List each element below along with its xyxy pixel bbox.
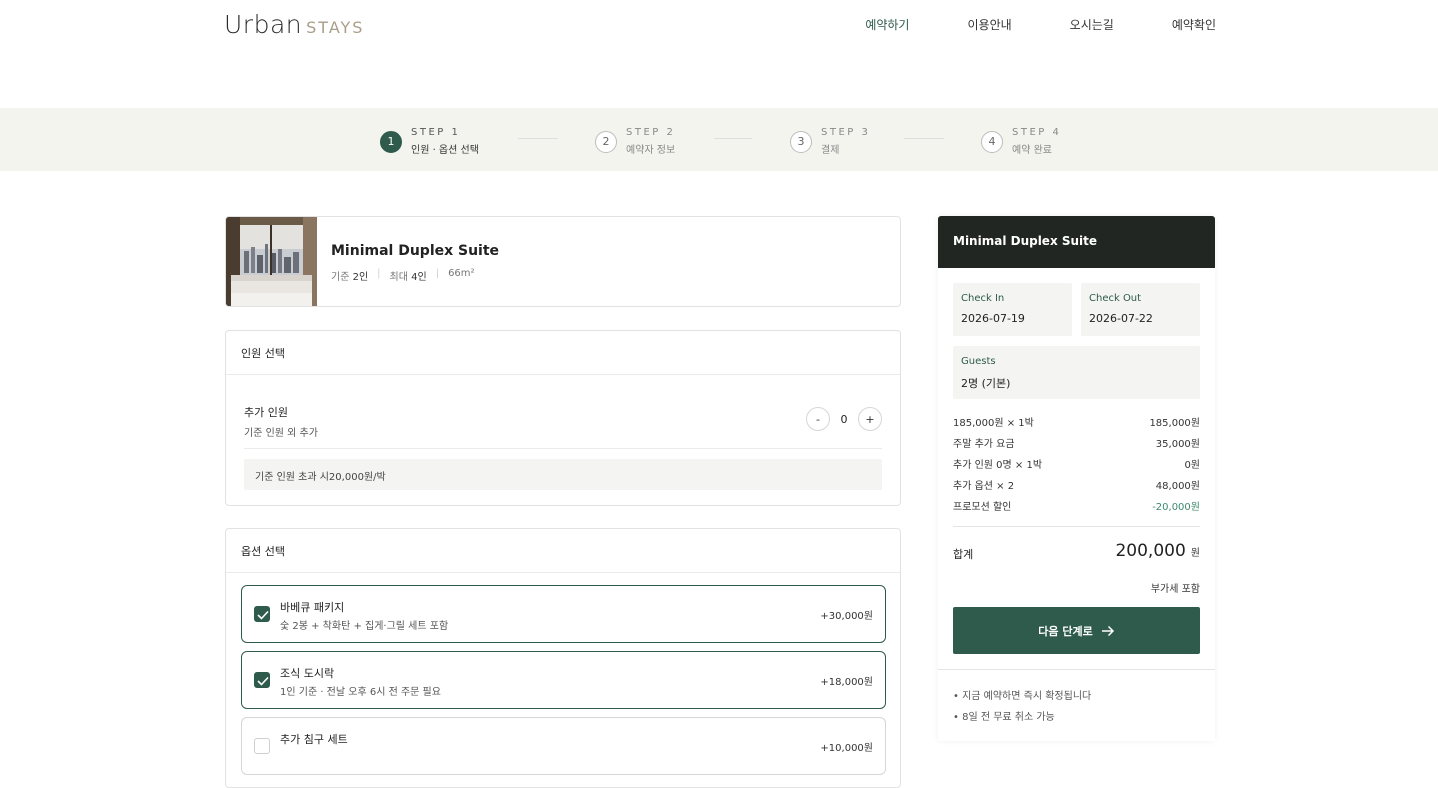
option-checkbox[interactable] (254, 672, 270, 688)
checkout-label: Check Out (1089, 293, 1142, 304)
total-amount: 200,000 원 (1115, 541, 1200, 561)
option-name: 추가 침구 세트 (280, 733, 348, 746)
checkin-box: Check In 2026-07-19 (953, 283, 1072, 336)
nav-guide[interactable]: 이용안내 (967, 16, 1011, 33)
step-connector (518, 138, 558, 139)
total-unit: 원 (1190, 548, 1200, 559)
option-price: +18,000원 (820, 677, 873, 688)
option-description: 1인 기준 · 전날 오후 6시 전 주문 필요 (280, 687, 441, 698)
extra-guest-notice: 기준 인원 초과 시20,000원/박 (244, 459, 882, 490)
step-4-label: STEP 4 (1012, 127, 1062, 138)
total-value: 200,000 (1115, 541, 1186, 561)
room-area: 66m² (448, 268, 475, 279)
step-1-number: 1 (380, 130, 402, 153)
room-capacity-base: 기준 2인 (331, 272, 369, 283)
next-step-label: 다음 단계로 (1038, 624, 1093, 638)
site-header: Urban STAYS 예약하기 이용안내 오시는길 예약확인 (0, 0, 1438, 108)
summary-divider (953, 526, 1200, 527)
room-meta: 기준 2인 | 최대 4인 | 66m² (331, 268, 475, 283)
price-row-weekend: 주말 추가 요금 35,000원 (953, 439, 1200, 450)
total-label: 합계 (953, 548, 974, 561)
extra-guest-subtitle: 기준 인원 외 추가 (244, 428, 318, 439)
step-2-name: 예약자 정보 (626, 145, 676, 156)
step-1-name: 인원 · 옵션 선택 (411, 145, 479, 156)
booking-summary: Minimal Duplex Suite Check In 2026-07-19… (938, 216, 1215, 741)
option-checkbox[interactable] (254, 738, 270, 754)
checkout-date: 2026-07-22 (1089, 312, 1153, 325)
checkin-label: Check In (961, 293, 1005, 304)
nav-directions[interactable]: 오시는길 (1070, 16, 1114, 33)
step-3-label: STEP 3 (821, 127, 871, 138)
step-1-label: STEP 1 (411, 127, 461, 138)
guest-selection-card: 인원 선택 추가 인원 기준 인원 외 추가 - 0 + 기준 인원 초과 시2… (225, 330, 901, 506)
guests-box: Guests 2명 (기본) (953, 346, 1200, 399)
arrow-right-icon (1101, 625, 1114, 636)
option-selection-card: 옵션 선택 바베큐 패키지 숯 2봉 + 착화탄 + 집게·그릴 세트 포함 +… (225, 528, 901, 788)
option-price: +10,000원 (820, 743, 873, 754)
room-card: Minimal Duplex Suite 기준 2인 | 최대 4인 | 66m… (225, 216, 901, 307)
price-row-promotion: 프로모션 할인 -20,000원 (953, 502, 1200, 513)
step-connector (904, 138, 944, 139)
step-4: 4 STEP 4 예약 완료 (981, 127, 1061, 156)
step-4-name: 예약 완료 (1012, 145, 1052, 156)
increase-button[interactable]: + (858, 407, 882, 431)
section-divider (244, 448, 882, 449)
price-row-nightly: 185,000원 × 1박 185,000원 (953, 418, 1200, 429)
step-1: 1 STEP 1 인원 · 옵션 선택 (380, 127, 479, 156)
vat-notice: 부가세 포함 (1150, 584, 1200, 595)
step-connector (714, 138, 752, 139)
room-title: Minimal Duplex Suite (331, 243, 500, 259)
summary-divider (938, 669, 1215, 670)
room-photo (226, 217, 317, 306)
nav-check-reservation[interactable]: 예약확인 (1172, 16, 1216, 33)
option-name: 바베큐 패키지 (280, 601, 345, 614)
checkin-date: 2026-07-19 (961, 312, 1025, 325)
nav-reserve[interactable]: 예약하기 (865, 16, 909, 33)
check-icon (257, 610, 269, 620)
guest-section-title: 인원 선택 (241, 347, 285, 360)
step-progress-bar: 1 STEP 1 인원 · 옵션 선택 2 STEP 2 예약자 정보 3 ST… (0, 108, 1438, 171)
brand-logo[interactable]: Urban STAYS (224, 10, 364, 39)
section-divider (226, 374, 900, 375)
option-section-title: 옵션 선택 (241, 545, 285, 558)
option-bbq-package[interactable]: 바베큐 패키지 숯 2봉 + 착화탄 + 집게·그릴 세트 포함 +30,000… (241, 585, 886, 643)
option-breakfast-box[interactable]: 조식 도시락 1인 기준 · 전날 오후 6시 전 주문 필요 +18,000원 (241, 651, 886, 709)
step-2-label: STEP 2 (626, 127, 676, 138)
option-name: 조식 도시락 (280, 667, 335, 680)
note-instant-confirm: • 지금 예약하면 즉시 확정됩니다 (953, 691, 1092, 702)
next-step-button[interactable]: 다음 단계로 (953, 607, 1200, 654)
step-3-name: 결제 (821, 145, 840, 156)
main-nav: 예약하기 이용안내 오시는길 예약확인 (807, 16, 1216, 33)
check-icon (257, 676, 269, 686)
extra-guest-stepper: - 0 + (806, 407, 882, 431)
room-capacity-max: 최대 4인 (389, 272, 427, 283)
price-row-options: 추가 옵션 × 2 48,000원 (953, 481, 1200, 492)
extra-guest-count: 0 (840, 412, 848, 426)
option-extra-bedding[interactable]: 추가 침구 세트 +10,000원 (241, 717, 886, 775)
step-4-number: 4 (981, 130, 1003, 153)
price-row-extra-guest: 추가 인원 0명 × 1박 0원 (953, 460, 1200, 471)
note-free-cancel: • 8일 전 무료 취소 가능 (953, 712, 1055, 723)
step-3: 3 STEP 3 결제 (790, 127, 870, 156)
summary-title: Minimal Duplex Suite (938, 216, 1215, 268)
logo-sub-text: STAYS (306, 18, 365, 37)
section-divider (226, 572, 900, 573)
guests-label: Guests (961, 356, 996, 367)
step-2-number: 2 (595, 130, 617, 153)
checkout-box: Check Out 2026-07-22 (1081, 283, 1200, 336)
option-description: 숯 2봉 + 착화탄 + 집게·그릴 세트 포함 (280, 621, 449, 632)
option-checkbox[interactable] (254, 606, 270, 622)
step-2: 2 STEP 2 예약자 정보 (595, 127, 675, 156)
decrease-button[interactable]: - (806, 407, 830, 431)
option-price: +30,000원 (820, 611, 873, 622)
logo-main-text: Urban (224, 10, 303, 39)
extra-guest-title: 추가 인원 (244, 406, 288, 419)
step-3-number: 3 (790, 130, 812, 153)
guests-value: 2명 (기본) (961, 377, 1011, 390)
